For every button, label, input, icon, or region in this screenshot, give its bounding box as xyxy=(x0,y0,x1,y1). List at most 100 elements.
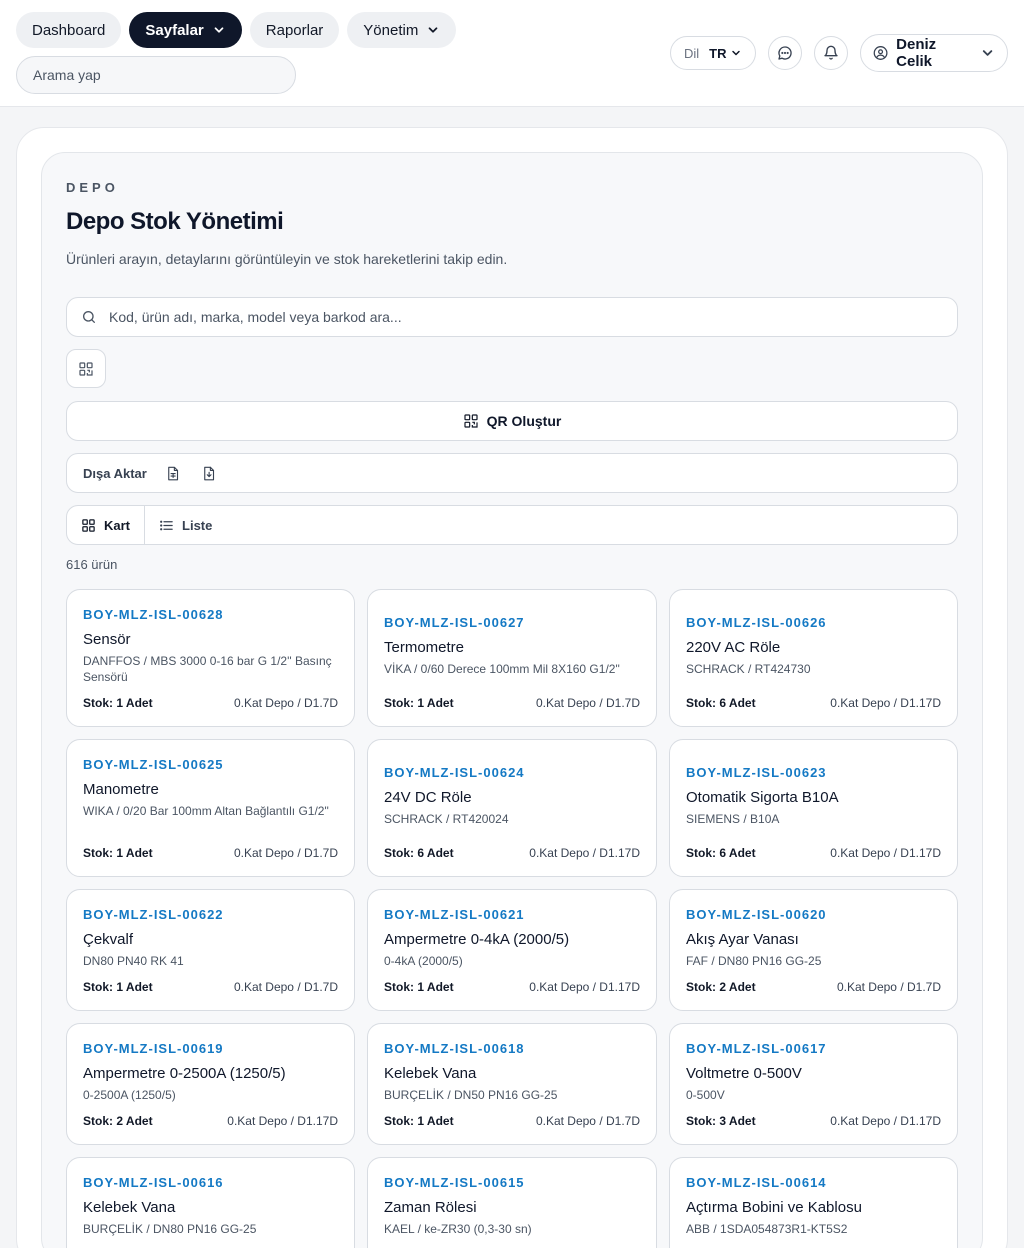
product-desc: FAF / DN80 PN16 GG-25 xyxy=(686,954,822,968)
view-toggle: Kart Liste xyxy=(66,505,958,545)
product-name: Sensör xyxy=(83,631,131,648)
product-location: 0.Kat Depo / D1.17D xyxy=(529,980,640,994)
product-card[interactable]: BOY-MLZ-ISL-00619 Ampermetre 0-2500A (12… xyxy=(66,1023,355,1145)
qr-scan-button[interactable] xyxy=(66,349,106,388)
nav-yonetim-label: Yönetim xyxy=(363,21,419,39)
grid-icon xyxy=(82,518,95,532)
product-name: Zaman Rölesi xyxy=(384,1199,477,1216)
main-nav: Dashboard Sayfalar Raporlar Yönetim xyxy=(16,12,457,48)
product-desc: DN80 PN40 RK 41 xyxy=(83,954,184,968)
product-location: 0.Kat Depo / D1.7D xyxy=(535,696,640,710)
product-name: Ampermetre 0-2500A (1250/5) xyxy=(83,1065,286,1082)
nav-sayfalar[interactable]: Sayfalar xyxy=(129,12,242,48)
page-title: Depo Stok Yönetimi xyxy=(66,208,284,235)
product-location: 0.Kat Depo / D1.17D xyxy=(830,696,941,710)
product-stock: Stok: 1 Adet xyxy=(384,696,454,710)
product-card[interactable]: BOY-MLZ-ISL-00621 Ampermetre 0-4kA (2000… xyxy=(367,889,657,1011)
product-stock: Stok: 3 Adet xyxy=(686,1114,756,1128)
product-footer: Stok: 3 Adet 0.Kat Depo / D1.17D xyxy=(686,1114,941,1128)
product-code: BOY-MLZ-ISL-00624 xyxy=(384,765,525,780)
product-location: 0.Kat Depo / D1.17D xyxy=(227,1114,338,1128)
product-location: 0.Kat Depo / D1.17D xyxy=(529,846,640,860)
product-code: BOY-MLZ-ISL-00628 xyxy=(83,607,224,622)
product-stock: Stok: 1 Adet xyxy=(384,980,454,994)
product-card[interactable]: BOY-MLZ-ISL-00628 Sensör DANFFOS / MBS 3… xyxy=(66,589,355,727)
chevron-down-icon xyxy=(214,27,224,33)
search-icon xyxy=(83,311,95,323)
product-card[interactable]: BOY-MLZ-ISL-00623 Otomatik Sigorta B10A … xyxy=(669,739,958,877)
nav-raporlar-label: Raporlar xyxy=(265,21,324,39)
product-code: BOY-MLZ-ISL-00614 xyxy=(686,1175,827,1190)
product-stock: Stok: 2 Adet xyxy=(686,980,756,994)
nav-dashboard[interactable]: Dashboard xyxy=(16,12,122,48)
product-desc: WIKA / 0/20 Bar 100mm Altan Bağlantılı G… xyxy=(83,804,329,818)
product-card[interactable]: BOY-MLZ-ISL-00627 Termometre VİKA / 0/60… xyxy=(367,589,657,727)
user-menu[interactable]: Deniz Celik xyxy=(860,34,1008,72)
product-code: BOY-MLZ-ISL-00619 xyxy=(83,1041,224,1056)
export-bar: Dışa Aktar xyxy=(66,453,958,493)
product-name: Otomatik Sigorta B10A xyxy=(686,789,839,806)
messages-button[interactable] xyxy=(768,36,802,70)
notifications-button[interactable] xyxy=(814,36,848,70)
language-value: TR xyxy=(709,46,741,61)
product-card[interactable]: BOY-MLZ-ISL-00616 Kelebek Vana BURÇELİK … xyxy=(66,1157,355,1248)
product-footer: Stok: 1 Adet 0.Kat Depo / D1.7D xyxy=(83,980,338,994)
product-card[interactable]: BOY-MLZ-ISL-00620 Akış Ayar Vanası FAF /… xyxy=(669,889,958,1011)
global-search-input[interactable] xyxy=(16,56,296,94)
product-code: BOY-MLZ-ISL-00625 xyxy=(83,757,224,772)
user-name: Deniz Celik xyxy=(896,36,937,70)
chevron-down-icon xyxy=(731,50,740,56)
qr-code-icon xyxy=(464,414,478,428)
product-name: Açtırma Bobini ve Kablosu xyxy=(686,1199,862,1216)
product-card[interactable]: BOY-MLZ-ISL-00617 Voltmetre 0-500V 0-500… xyxy=(669,1023,958,1145)
view-list-button[interactable]: Liste xyxy=(145,506,226,544)
qr-create-button[interactable]: QR Oluştur xyxy=(66,401,958,441)
product-desc: ABB / 1SDA054873R1-KT5S2 xyxy=(686,1222,848,1236)
product-footer: Stok: 1 Adet 0.Kat Depo / D1.7D xyxy=(384,696,640,710)
product-name: Kelebek Vana xyxy=(384,1065,477,1082)
chevron-down-icon xyxy=(982,50,993,56)
product-stock: Stok: 1 Adet xyxy=(83,696,153,710)
language-code: TR xyxy=(709,45,727,61)
product-card[interactable]: BOY-MLZ-ISL-00622 Çekvalf DN80 PN40 RK 4… xyxy=(66,889,355,1011)
product-name: Kelebek Vana xyxy=(83,1199,176,1216)
view-card-label: Kart xyxy=(104,517,131,533)
product-code: BOY-MLZ-ISL-00615 xyxy=(384,1175,525,1190)
product-footer: Stok: 1 Adet 0.Kat Depo / D1.17D xyxy=(384,980,640,994)
product-location: 0.Kat Depo / D1.7D xyxy=(233,696,338,710)
export-excel-button[interactable] xyxy=(163,463,183,483)
product-footer: Stok: 2 Adet 0.Kat Depo / D1.17D xyxy=(83,1114,338,1128)
nav-raporlar[interactable]: Raporlar xyxy=(249,12,340,48)
product-footer: Stok: 6 Adet 0.Kat Depo / D1.17D xyxy=(384,846,640,860)
product-card[interactable]: BOY-MLZ-ISL-00626 220V AC Röle SCHRACK /… xyxy=(669,589,958,727)
product-desc: BURÇELİK / DN80 PN16 GG-25 xyxy=(83,1222,257,1236)
product-code: BOY-MLZ-ISL-00626 xyxy=(686,615,827,630)
product-search-input[interactable] xyxy=(109,309,943,325)
language-selector[interactable]: Dil TR xyxy=(670,36,756,70)
export-label: Dışa Aktar xyxy=(83,465,147,481)
product-name: 220V AC Röle xyxy=(686,639,781,656)
product-stock: Stok: 6 Adet xyxy=(384,846,454,860)
product-desc: SCHRACK / RT424730 xyxy=(686,662,811,676)
product-card[interactable]: BOY-MLZ-ISL-00625 Manometre WIKA / 0/20 … xyxy=(66,739,355,877)
product-code: BOY-MLZ-ISL-00616 xyxy=(83,1175,224,1190)
product-stock: Stok: 1 Adet xyxy=(83,846,153,860)
product-stock: Stok: 1 Adet xyxy=(83,980,153,994)
export-download-button[interactable] xyxy=(199,463,219,483)
product-card[interactable]: BOY-MLZ-ISL-00614 Açtırma Bobini ve Kabl… xyxy=(669,1157,958,1248)
product-card[interactable]: BOY-MLZ-ISL-00624 24V DC Röle SCHRACK / … xyxy=(367,739,657,877)
product-location: 0.Kat Depo / D1.17D xyxy=(830,846,941,860)
page-subtitle: Ürünleri arayın, detaylarını görüntüleyi… xyxy=(66,251,508,267)
product-search xyxy=(66,297,958,337)
list-icon xyxy=(160,520,173,530)
product-desc: 0-500V xyxy=(686,1088,725,1102)
product-card[interactable]: BOY-MLZ-ISL-00615 Zaman Rölesi KAEL / ke… xyxy=(367,1157,657,1248)
nav-yonetim[interactable]: Yönetim xyxy=(347,12,457,48)
product-location: 0.Kat Depo / D1.7D xyxy=(836,980,941,994)
product-card[interactable]: BOY-MLZ-ISL-00618 Kelebek Vana BURÇELİK … xyxy=(367,1023,657,1145)
qr-create-label: QR Oluştur xyxy=(486,413,562,429)
product-location: 0.Kat Depo / D1.7D xyxy=(535,1114,640,1128)
product-count: 616 ürün xyxy=(66,557,118,572)
view-card-button[interactable]: Kart xyxy=(67,506,146,544)
nav-dashboard-label: Dashboard xyxy=(32,21,106,39)
